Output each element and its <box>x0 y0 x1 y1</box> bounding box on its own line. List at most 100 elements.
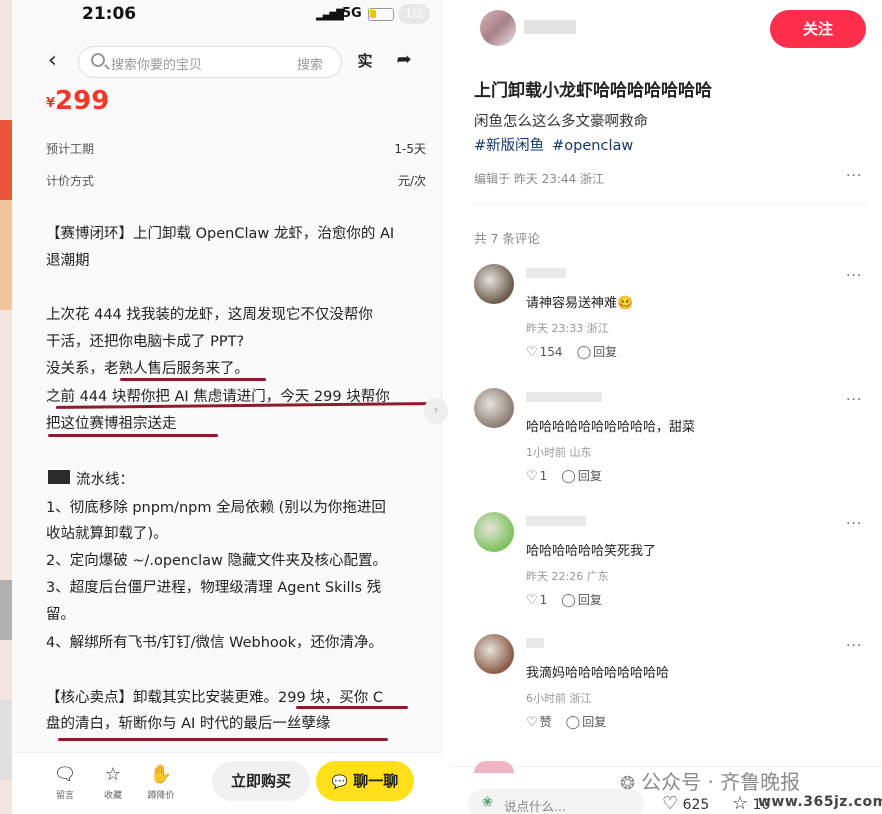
reply-button[interactable]: ◯ 回复 <box>561 469 602 484</box>
comment-actions: ♡ 1 ◯ 回复 <box>526 467 602 484</box>
network-label: 5G <box>342 6 362 21</box>
comment-item: 哈哈哈哈哈哈笑死我了 昨天 22:26 广东 ♡ 1 ◯ 回复 ··· <box>474 512 866 622</box>
reply-label: 回复 <box>593 345 618 359</box>
comment-text: 哈哈哈哈哈哈哈哈哈哈，甜菜 <box>526 420 696 435</box>
description-line: 2、定向爆破 ~/.openclaw 隐藏文件夹及核心配置。 <box>46 553 388 569</box>
chat-button[interactable]: 💬 聊一聊 <box>316 761 414 801</box>
reply-icon: ◯ <box>561 593 576 608</box>
more-icon[interactable]: ··· <box>846 392 862 408</box>
back-icon[interactable]: ‹ <box>48 50 70 74</box>
chat-icon: 💬 <box>331 775 348 790</box>
handwritten-underline <box>120 378 266 381</box>
detail-row: 计价方式 元/次 <box>46 172 426 192</box>
post-panel: 关注 上门卸载小龙虾哈哈哈哈哈哈哈 闲鱼怎么这么多文豪啊救命 #新版闲鱼 #ope… <box>450 0 882 814</box>
comment-placeholder: 说点什么... <box>504 799 566 814</box>
star-icon: ☆ <box>104 764 122 785</box>
search-button[interactable]: 搜索 <box>297 54 323 73</box>
author-avatar[interactable] <box>480 10 516 46</box>
leaf-icon: ❀ <box>482 795 493 810</box>
hand-icon: ✋ <box>149 764 173 785</box>
watermark: ❂ 公众号 · 齐鲁晚报 www.365jz.com <box>620 764 882 814</box>
next-image-icon[interactable]: › <box>424 398 448 424</box>
reply-label: 回复 <box>577 469 602 483</box>
like-count: 赞 <box>539 715 552 729</box>
description-line: 没关系，老熟人售后服务来了。 <box>46 361 249 377</box>
commenter-avatar[interactable] <box>474 264 514 304</box>
reply-label: 回复 <box>582 715 607 729</box>
search-input[interactable]: 搜索你要的宝贝 搜索 <box>78 46 342 78</box>
price-watch-button[interactable]: ✋ 蹲降价 <box>146 764 176 802</box>
currency-symbol: ¥ <box>46 96 56 111</box>
commenter-avatar[interactable] <box>474 634 514 674</box>
more-icon[interactable]: ··· <box>846 638 862 654</box>
description-line: 4、解绑所有飞书/钉钉/微信 Webhook，还你清净。 <box>46 635 384 651</box>
heart-icon: ♡ <box>526 593 538 608</box>
comment-meta: 昨天 22:26 广东 <box>526 570 609 583</box>
favorite-button[interactable]: ☆ 收藏 <box>98 764 128 802</box>
detail-value: 元/次 <box>397 174 426 188</box>
reply-button[interactable]: ◯ 回复 <box>566 715 607 730</box>
divider <box>474 204 866 205</box>
more-icon[interactable]: ··· <box>846 516 862 532</box>
commenter-name-blurred[interactable] <box>526 268 566 278</box>
comment-text: 我滴妈哈哈哈哈哈哈哈哈 <box>526 666 670 681</box>
next-commenter-avatar <box>474 761 514 773</box>
description-line: 干活，还把你电脑卡成了 PPT? <box>46 334 245 350</box>
description-line: 3、超度后台僵尸进程，物理级清理 Agent Skills 残 <box>46 580 382 596</box>
commenter-name-blurred[interactable] <box>526 392 602 402</box>
message-button[interactable]: 🗨 留言 <box>50 764 80 802</box>
like-button[interactable]: ♡ 1 <box>526 593 548 608</box>
description-line: 【赛博闭环】上门卸载 OpenClaw 龙虾，治愈你的 AI <box>46 226 395 242</box>
more-icon[interactable]: ··· <box>846 168 862 184</box>
like-count: 1 <box>539 593 548 607</box>
like-button[interactable]: ♡ 154 <box>526 345 563 360</box>
comment-text: 哈哈哈哈哈哈笑死我了 <box>526 544 657 559</box>
chat-bubble-icon: 🗨 <box>53 764 77 785</box>
like-button[interactable]: ♡ 赞 <box>526 715 552 730</box>
commenter-name-blurred[interactable] <box>526 516 586 526</box>
background-blob <box>0 120 12 210</box>
comment-item: 请神容易送神难🥴 昨天 23:33 浙江 ♡ 154 ◯ 回复 ··· <box>474 264 866 374</box>
page-indicator[interactable]: 1/2 <box>398 4 430 24</box>
more-icon[interactable]: ··· <box>846 268 862 284</box>
nav-bar: ‹ 搜索你要的宝贝 搜索 实 ➦ <box>12 44 442 80</box>
description-line: 把这位赛博祖宗送走 <box>46 416 177 432</box>
description-line: 留。 <box>46 607 75 623</box>
description-line: 盘的清白，斩断你与 AI 时代的最后一丝孽缘 <box>46 716 331 732</box>
watermark-source: ❂ 公众号 · 齐鲁晚报 <box>620 766 800 795</box>
comment-input[interactable]: ❀ 说点什么... <box>468 789 644 814</box>
status-bar: 21:06 ▂▄▆█ 5G 1/2 <box>12 0 442 30</box>
detail-label: 计价方式 <box>46 174 95 188</box>
post-title: 上门卸载小龙虾哈哈哈哈哈哈哈 <box>474 81 712 101</box>
commenter-avatar[interactable] <box>474 388 514 428</box>
buy-now-button[interactable]: 立即购买 <box>212 761 310 801</box>
reply-icon: ◯ <box>561 469 576 484</box>
detail-label: 预计工期 <box>46 142 95 156</box>
follow-button[interactable]: 关注 <box>770 10 866 48</box>
comment-meta: 6小时前 浙江 <box>526 692 592 705</box>
author-name-blurred[interactable] <box>524 20 576 34</box>
reply-button[interactable]: ◯ 回复 <box>561 593 602 608</box>
chat-label: 聊一聊 <box>353 772 399 790</box>
share-icon[interactable]: ➦ <box>392 48 416 72</box>
action-label: 收藏 <box>103 791 122 801</box>
commenter-avatar[interactable] <box>474 512 514 552</box>
background-blob <box>0 200 12 310</box>
comment-item: 哈哈哈哈哈哈哈哈哈哈，甜菜 1小时前 山东 ♡ 1 ◯ 回复 ··· <box>474 388 866 498</box>
comment-actions: ♡ 赞 ◯ 回复 <box>526 713 606 730</box>
reply-button[interactable]: ◯ 回复 <box>577 345 618 360</box>
handwritten-underline <box>48 434 218 437</box>
price: ¥299 <box>46 86 109 116</box>
tag-link[interactable]: #openclaw <box>552 138 633 154</box>
like-button[interactable]: ♡ 1 <box>526 469 547 484</box>
comment-meta: 昨天 23:33 浙江 <box>526 322 609 335</box>
scan-icon[interactable]: 实 <box>354 50 376 72</box>
comment-actions: ♡ 154 ◯ 回复 <box>526 343 617 360</box>
redacted-block <box>48 470 70 484</box>
description-line: 上次花 444 找我装的龙虾，这周发现它不仅没帮你 <box>46 307 373 323</box>
commenter-name-blurred[interactable] <box>526 638 544 648</box>
tag-link[interactable]: #新版闲鱼 <box>474 138 544 154</box>
heart-icon: ♡ <box>526 469 538 484</box>
description-line: 流水线： <box>76 472 134 488</box>
listing-screenshot: 21:06 ▂▄▆█ 5G 1/2 ‹ 搜索你要的宝贝 搜索 实 ➦ ¥299 … <box>12 0 448 814</box>
